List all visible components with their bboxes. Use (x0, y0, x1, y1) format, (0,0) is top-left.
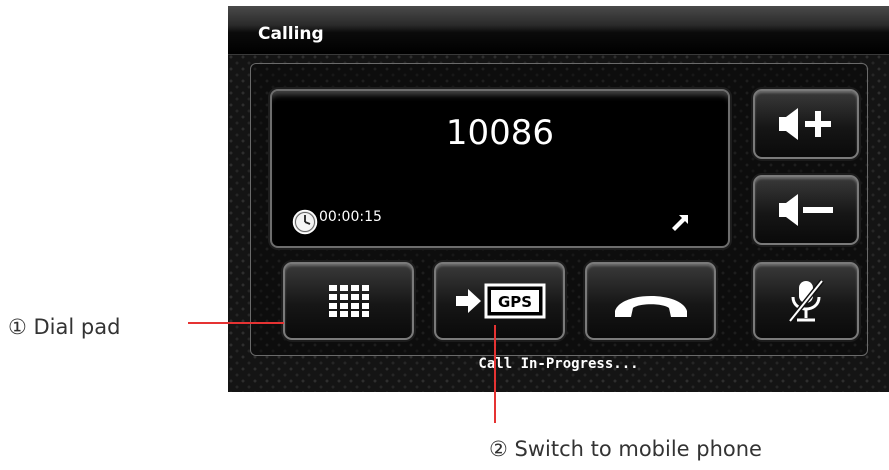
handset-icon (614, 296, 687, 317)
volume-down-button[interactable] (753, 175, 859, 245)
call-status: Call In-Progress... (478, 356, 639, 372)
dial-pad-leader-line (188, 322, 284, 324)
dial-pad-button[interactable] (283, 262, 414, 340)
switch-leader-line (494, 325, 496, 423)
outgoing-call-icon (672, 215, 688, 231)
mute-button[interactable] (753, 262, 859, 340)
volume-down-icon (779, 194, 833, 226)
hang-up-button[interactable] (585, 262, 716, 340)
keypad-icon (328, 285, 369, 317)
phone-number: 10086 (445, 113, 555, 153)
mic-muted-icon (788, 279, 824, 323)
clock-icon (292, 209, 318, 235)
arrow-gps-icon: GPS (455, 283, 545, 319)
calling-screen: Calling 10086 00:00:15 GPS Call In-Progr… (228, 6, 889, 392)
title-bar: Calling (228, 6, 889, 55)
window-title: Calling (258, 24, 324, 44)
gps-label: GPS (497, 293, 531, 311)
volume-up-button[interactable] (753, 89, 859, 159)
volume-up-icon (779, 108, 831, 140)
switch-to-mobile-button[interactable]: GPS (434, 262, 565, 340)
call-duration: 00:00:15 (319, 209, 382, 225)
call-display: 10086 00:00:15 (270, 89, 730, 248)
dial-pad-callout: ① Dial pad (8, 315, 121, 339)
switch-callout: ② Switch to mobile phone (489, 437, 762, 461)
